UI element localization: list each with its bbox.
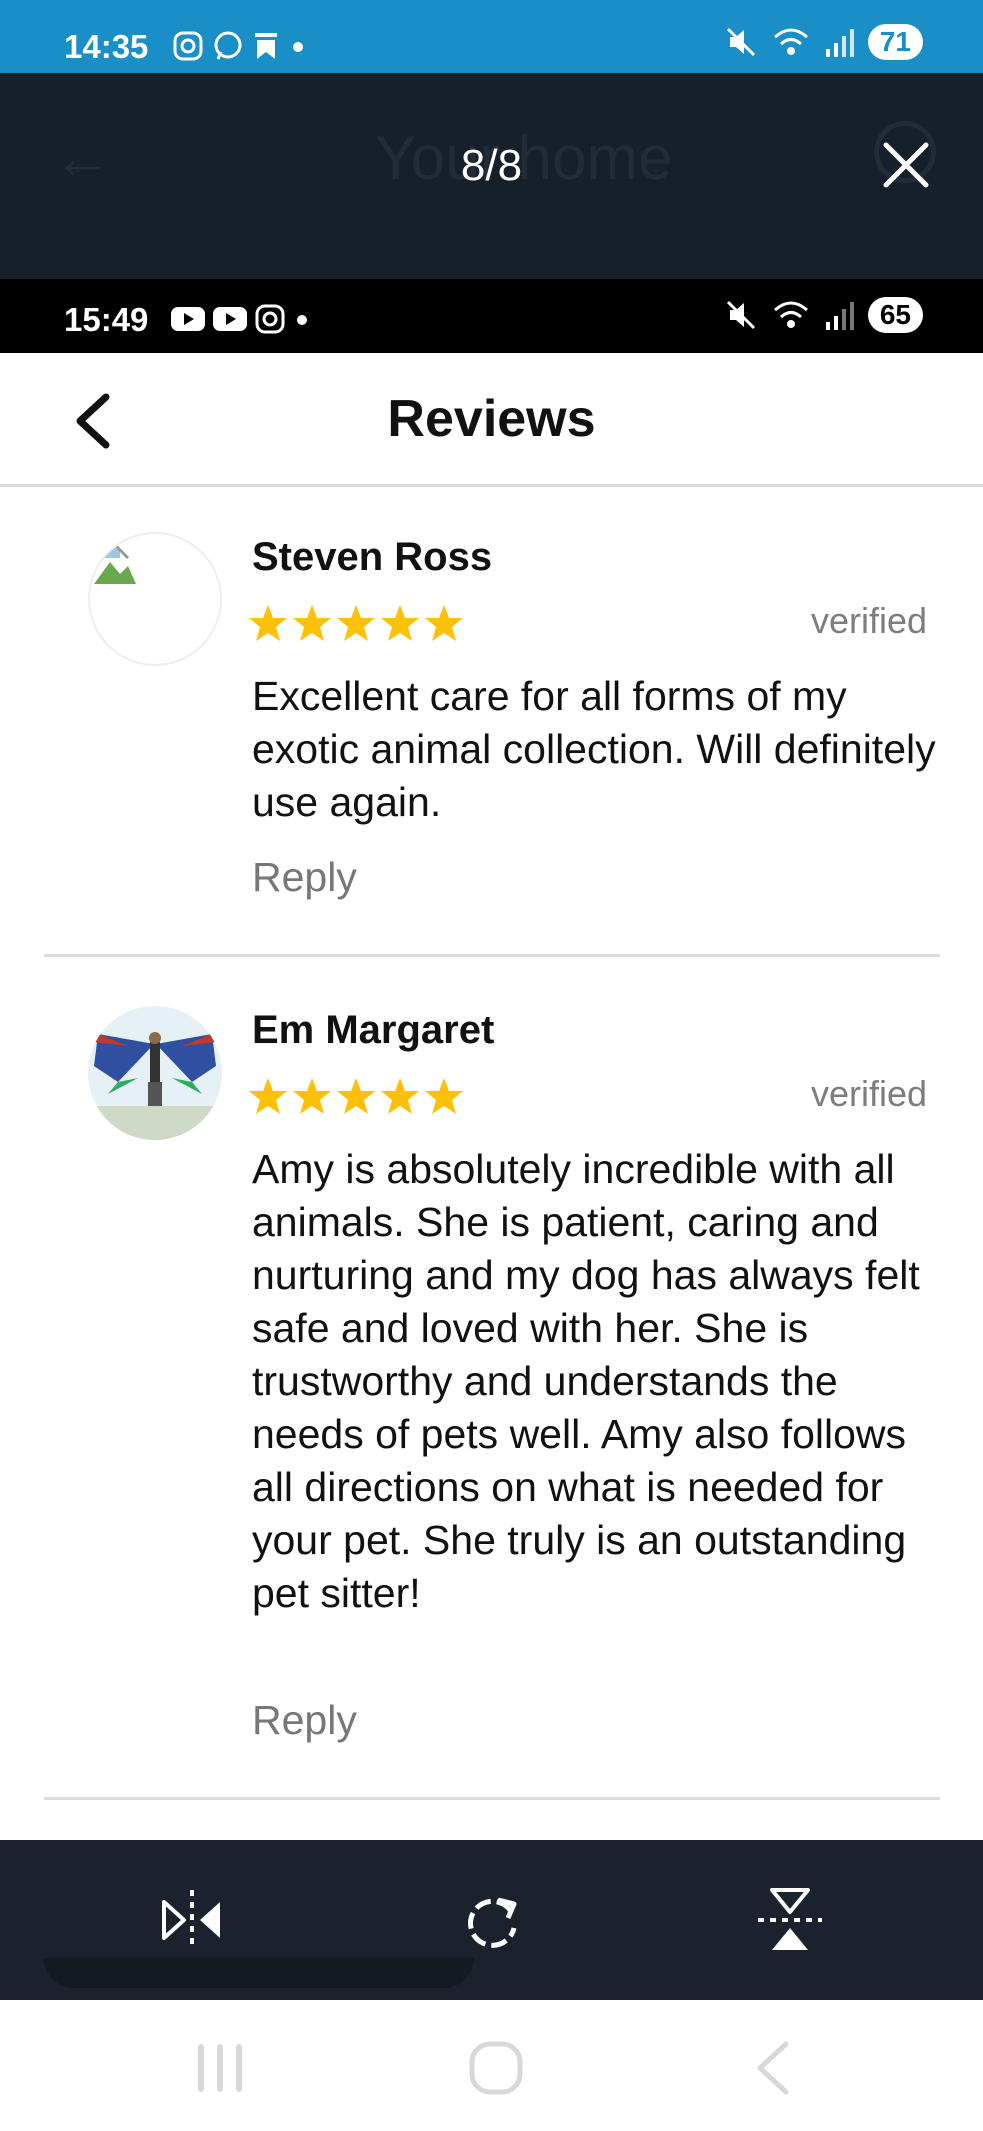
- star-icon: [381, 1078, 419, 1114]
- reply-button[interactable]: Reply: [252, 854, 357, 901]
- status-time: 14:35: [64, 28, 149, 65]
- inner-status-bar: 15:49 65: [0, 279, 983, 353]
- verified-badge: verified: [810, 600, 927, 641]
- bookmark-icon: [255, 33, 277, 59]
- youtube-icon: [171, 307, 205, 331]
- battery-level: 71: [867, 24, 923, 60]
- review-text: Excellent care for all forms of my exoti…: [252, 673, 936, 825]
- reply-button[interactable]: Reply: [252, 1697, 357, 1744]
- close-icon[interactable]: [878, 137, 934, 193]
- star-icon: [337, 605, 375, 641]
- dot-icon: [293, 42, 303, 52]
- mute-icon: [726, 300, 755, 330]
- signal-icon: [825, 29, 854, 57]
- inner-battery-level: 65: [867, 297, 923, 333]
- reviewer-name: Steven Ross: [252, 535, 493, 579]
- review-divider: [44, 954, 940, 957]
- review-divider: [44, 1797, 940, 1800]
- broken-image-icon: [94, 544, 136, 584]
- mute-icon: [726, 27, 755, 57]
- flip-horizontal-icon[interactable]: [152, 1880, 232, 1960]
- flip-vertical-icon[interactable]: [750, 1880, 830, 1960]
- instagram-icon: [255, 304, 285, 334]
- review-text: Amy is absolutely incredible with all an…: [252, 1146, 920, 1616]
- home-icon[interactable]: [466, 2038, 526, 2098]
- page-title: Reviews: [387, 390, 596, 448]
- dot-icon: [297, 315, 307, 325]
- star-rating: [248, 604, 464, 642]
- app-header: Reviews: [0, 353, 983, 487]
- system-icons: 71: [724, 24, 923, 60]
- youtube-icon: [213, 307, 247, 331]
- reviewer-name: Em Margaret: [252, 1008, 495, 1052]
- inner-system-icons: 65: [724, 297, 923, 333]
- star-icon: [293, 605, 331, 641]
- outer-status-bar: 14:35 71: [0, 0, 983, 73]
- rotate-icon[interactable]: [452, 1880, 532, 1960]
- image-viewer-header: ← Your home 8/8: [0, 73, 983, 279]
- inner-status-time: 15:49: [64, 301, 149, 338]
- inner-notification-icons: [170, 303, 312, 335]
- ghost-bar: [44, 1958, 474, 1988]
- wifi-icon: [773, 301, 808, 328]
- star-icon: [337, 1078, 375, 1114]
- star-icon: [249, 1078, 287, 1114]
- star-icon: [425, 605, 463, 641]
- avatar-photo: [88, 1006, 222, 1140]
- system-navigation-bar: [0, 2000, 983, 2131]
- star-icon: [249, 605, 287, 641]
- image-counter: 8/8: [460, 141, 523, 190]
- avatar: [88, 1006, 222, 1140]
- wifi-icon: [773, 28, 808, 55]
- back-icon[interactable]: [746, 2038, 806, 2098]
- star-icon: [425, 1078, 463, 1114]
- signal-icon: [825, 302, 854, 330]
- whatsapp-icon: [214, 31, 242, 60]
- avatar: [88, 532, 222, 666]
- verified-badge: verified: [810, 1073, 927, 1114]
- image-viewer-toolbar: [0, 1840, 983, 2000]
- recent-apps-icon[interactable]: [190, 2038, 250, 2098]
- instagram-icon: [173, 31, 203, 61]
- star-icon: [293, 1078, 331, 1114]
- star-rating: [248, 1077, 464, 1115]
- notification-icons: [172, 30, 308, 62]
- star-icon: [381, 605, 419, 641]
